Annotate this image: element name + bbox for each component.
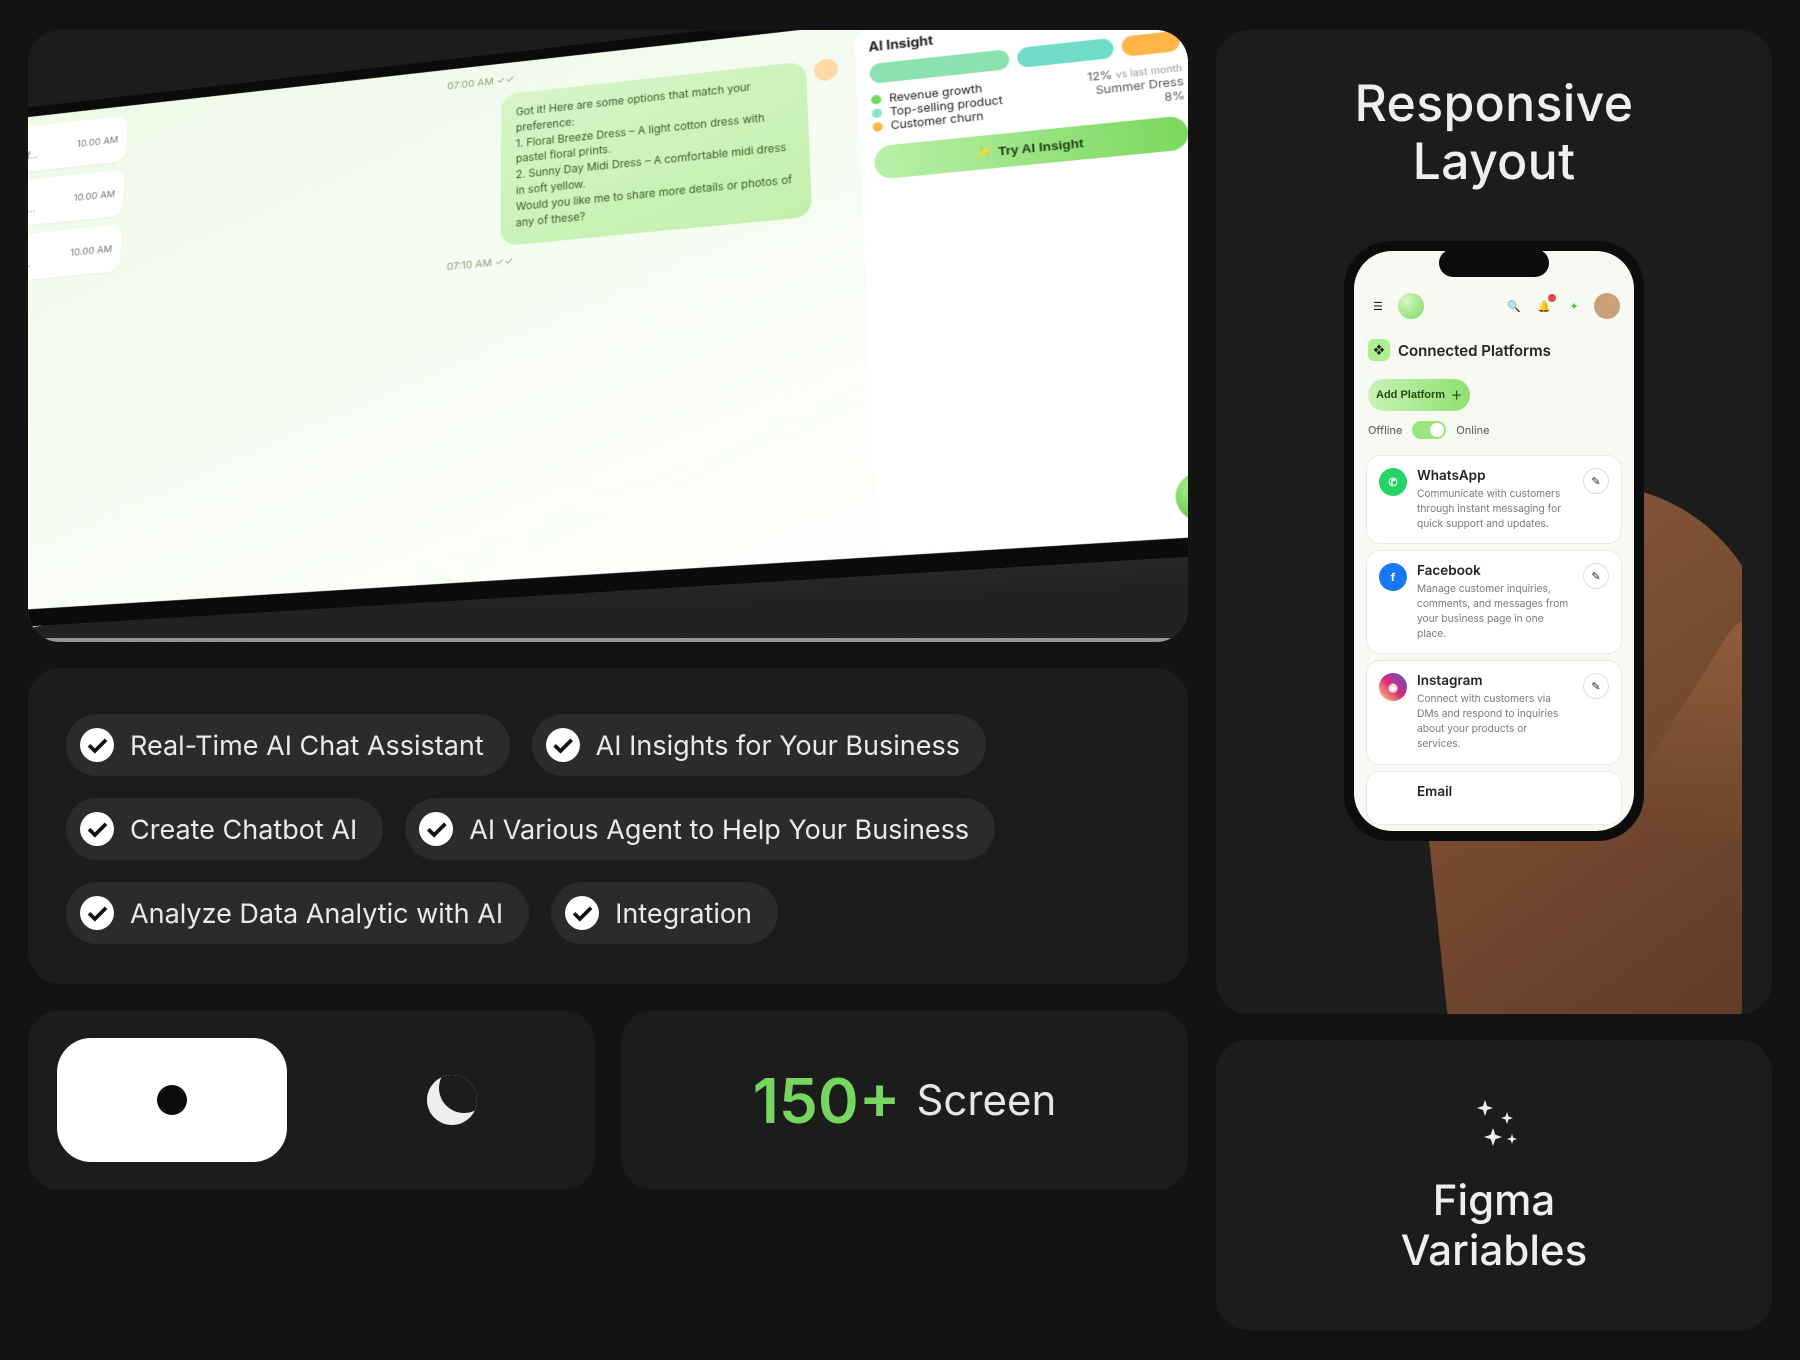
feature-pill: ✓ Integration (551, 882, 778, 944)
phone-mockup: ☰ 🔍 🔔 ✦ ❖ Connect (1344, 241, 1644, 841)
feature-label: AI Insights for Your Business (596, 729, 960, 762)
thread-time: 10.00 AM (73, 187, 115, 203)
online-label: Online (1456, 423, 1489, 437)
responsive-title: ResponsiveLayout (1355, 76, 1634, 191)
sun-icon (157, 1085, 187, 1115)
instagram-icon: ◉ (1379, 673, 1407, 701)
feature-pill: ✓ AI Insights for Your Business (532, 714, 986, 776)
check-icon: ✓ (546, 728, 580, 762)
plus-icon: ＋ (1451, 387, 1462, 403)
page-title: Connected Platforms (1398, 341, 1551, 360)
whatsapp-icon: ✆ (1379, 468, 1407, 496)
user-avatar[interactable] (1594, 293, 1620, 319)
chat-timestamp-bottom: 07:10 AM ✓✓ (447, 254, 513, 273)
dark-mode-button[interactable] (337, 1038, 567, 1162)
feature-label: AI Various Agent to Help Your Business (469, 813, 969, 846)
ai-insight-panel: AI Insight Revenue growth 12% vs last mo… (854, 30, 1188, 551)
feature-pill: ✓ Analyze Data Analytic with AI (66, 882, 529, 944)
sparkles-icon (1465, 1094, 1523, 1152)
check-icon: ✓ (80, 728, 114, 762)
platform-name: Facebook (1417, 563, 1573, 579)
metric-dot-icon (872, 121, 883, 131)
screen-count-card: 150+ Screen (621, 1010, 1188, 1190)
responsive-layout-card: ResponsiveLayout ☰ 🔍 🔔 (1216, 30, 1772, 1014)
chat-timestamp-top: 07:00 AM ✓✓ (447, 73, 514, 93)
feature-label: Analyze Data Analytic with AI (130, 897, 503, 930)
laptop-bezel: Pujul Hi, I'm looking f… 10.00 AM Triana… (28, 30, 1188, 637)
email-icon: G (1379, 784, 1407, 812)
metric-value: 8% (1164, 88, 1186, 104)
search-icon[interactable]: 🔍 (1504, 296, 1524, 316)
app-logo-icon (1398, 293, 1424, 319)
figma-variables-card: FigmaVariables (1216, 1040, 1772, 1330)
thread-snippet: Yes, can you sh… (28, 199, 65, 222)
thread-snippet: Hi, I'm looking f… (28, 146, 68, 169)
platform-name: Email (1417, 784, 1609, 800)
theme-toggle-card (28, 1010, 595, 1190)
edit-platform-button[interactable]: ✎ (1583, 563, 1609, 589)
screen-count-number: 150+ (753, 1063, 901, 1138)
feature-label: Create Chatbot AI (130, 813, 357, 846)
screen-count-label: Screen (916, 1075, 1056, 1126)
platform-name: Instagram (1417, 673, 1573, 689)
check-icon: ✓ (565, 896, 599, 930)
feature-pill: ✓ Create Chatbot AI (66, 798, 383, 860)
feature-label: Integration (615, 897, 752, 930)
moon-icon (427, 1075, 477, 1125)
check-icon: ✓ (80, 896, 114, 930)
figma-variables-title: FigmaVariables (1401, 1176, 1587, 1277)
laptop-lip (28, 638, 1188, 642)
thread-list: Pujul Hi, I'm looking f… 10.00 AM Triana… (28, 110, 134, 613)
thread-time: 10.00 AM (77, 133, 119, 149)
ai-spark-icon[interactable]: ✦ (1564, 296, 1584, 316)
platform-desc: Connect with customers via DMs and respo… (1417, 692, 1573, 751)
laptop-mockup-card: Pujul Hi, I'm looking f… 10.00 AM Triana… (28, 30, 1188, 642)
platform-card-email[interactable]: G Email (1366, 771, 1622, 825)
online-toggle[interactable] (1412, 421, 1446, 439)
platform-card-whatsapp[interactable]: ✆ WhatsApp Communicate with customers th… (1366, 455, 1622, 544)
feature-label: Real-Time AI Chat Assistant (130, 729, 484, 762)
platform-card-facebook[interactable]: f Facebook Manage customer inquiries, co… (1366, 550, 1622, 654)
laptop-screen: Pujul Hi, I'm looking f… 10.00 AM Triana… (28, 30, 1188, 637)
ai-message-bubble: Got it! Here are some options that match… (501, 61, 812, 245)
offline-label: Offline (1368, 423, 1402, 437)
sender-avatar-icon (814, 58, 839, 82)
page-title-row: ❖ Connected Platforms (1354, 329, 1634, 371)
menu-icon[interactable]: ☰ (1368, 296, 1388, 316)
features-card: ✓ Real-Time AI Chat Assistant ✓ AI Insig… (28, 668, 1188, 984)
thread-snippet: Can you tell me… (28, 254, 62, 276)
thread-time: 10.00 AM (70, 242, 113, 258)
thread-item[interactable]: Audrey Can you tell me… 10.00 AM (28, 224, 122, 291)
platform-card-instagram[interactable]: ◉ Instagram Connect with customers via D… (1366, 660, 1622, 764)
status-toggle-row: Offline Online (1354, 421, 1634, 449)
metric-dot-icon (871, 94, 881, 104)
edit-platform-button[interactable]: ✎ (1583, 468, 1609, 494)
phone-notch (1439, 249, 1549, 277)
add-platform-label: Add Platform (1376, 389, 1445, 401)
platform-desc: Manage customer inquiries, comments, and… (1417, 582, 1573, 641)
metric-dot-icon (872, 108, 882, 118)
notifications-icon[interactable]: 🔔 (1534, 296, 1554, 316)
add-platform-button[interactable]: Add Platform ＋ (1368, 379, 1470, 411)
cta-label: Try AI Insight (998, 135, 1084, 157)
check-icon: ✓ (419, 812, 453, 846)
check-icon: ✓ (80, 812, 114, 846)
platform-desc: Communicate with customers through insta… (1417, 487, 1573, 531)
feature-pill: ✓ Real-Time AI Chat Assistant (66, 714, 510, 776)
facebook-icon: f (1379, 563, 1407, 591)
light-mode-button[interactable] (57, 1038, 287, 1162)
edit-platform-button[interactable]: ✎ (1583, 673, 1609, 699)
platform-name: WhatsApp (1417, 468, 1573, 484)
grid-icon: ❖ (1368, 339, 1390, 361)
feature-pill: ✓ AI Various Agent to Help Your Business (405, 798, 995, 860)
